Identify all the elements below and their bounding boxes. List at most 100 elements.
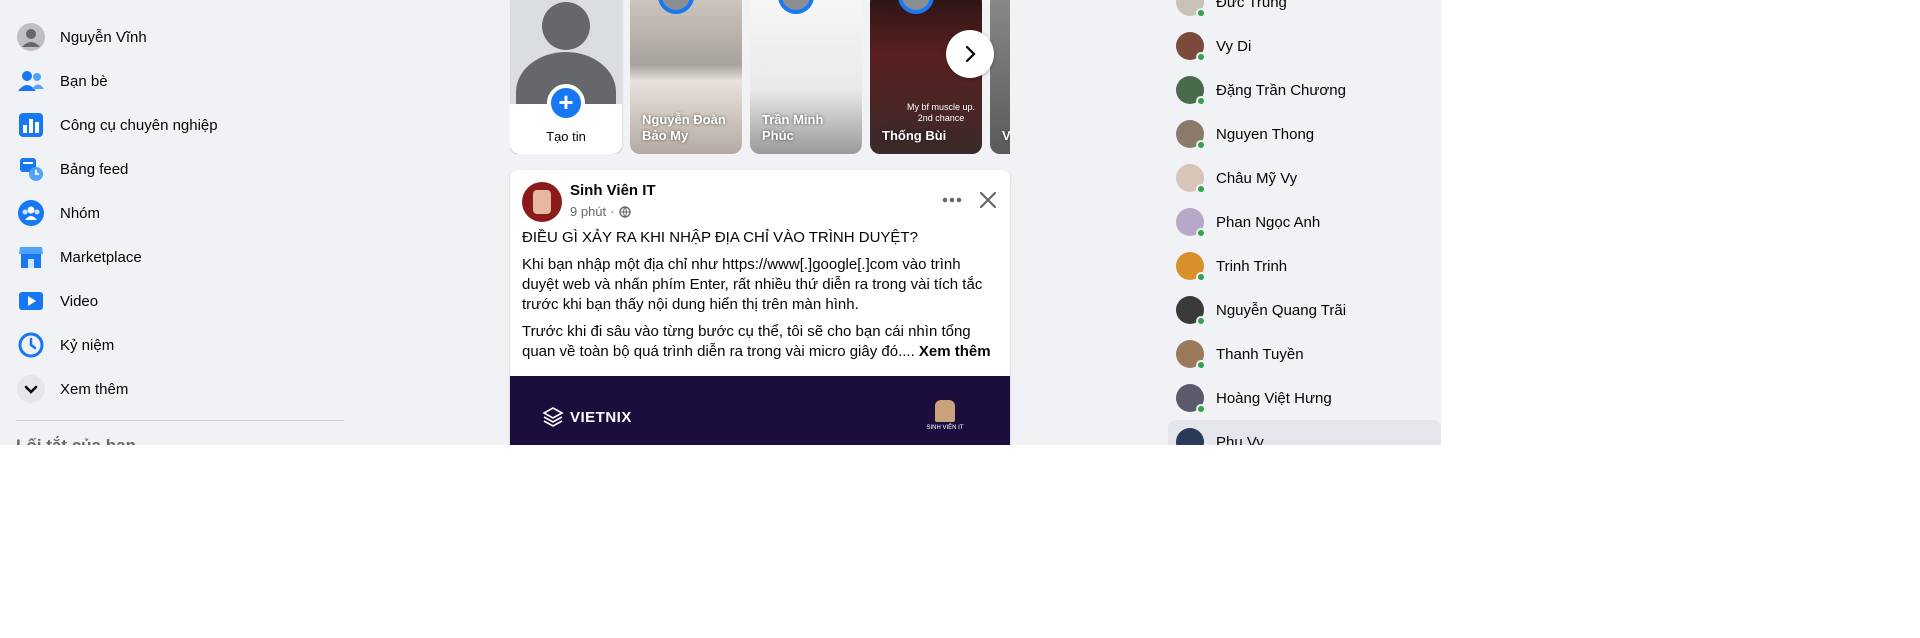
nav-item-professional-tools[interactable]: Công cụ chuyên nghiệp xyxy=(8,103,348,147)
post-meta: 9 phút · xyxy=(570,204,631,219)
sinh-vien-it-badge: SINH VIÊN IT xyxy=(922,400,968,431)
contact-item[interactable]: Phu Vy xyxy=(1168,420,1441,445)
contact-avatar xyxy=(1176,428,1204,445)
story-overlay-text: My bf muscle up. 2nd chance xyxy=(906,102,976,123)
contact-avatar xyxy=(1176,32,1206,62)
marketplace-icon xyxy=(16,242,46,272)
story-author: Trần Minh Phúc xyxy=(762,112,824,143)
nav-item-see-more[interactable]: Xem thêm xyxy=(8,367,348,411)
feeds-icon xyxy=(16,154,46,184)
contact-avatar xyxy=(1176,208,1206,238)
post-options-button[interactable] xyxy=(934,182,970,218)
online-status-dot xyxy=(1196,184,1206,194)
contact-item[interactable]: Châu Mỹ Vy xyxy=(1168,156,1441,200)
contact-avatar xyxy=(1176,120,1206,150)
profile-avatar-icon xyxy=(16,22,46,52)
nav-item-profile[interactable]: Nguyễn Vĩnh xyxy=(8,15,348,59)
contact-item[interactable]: Vy Di xyxy=(1168,24,1441,68)
video-icon xyxy=(16,286,46,316)
meta-separator: · xyxy=(610,204,615,219)
online-status-dot xyxy=(1196,272,1206,282)
online-status-dot xyxy=(1196,140,1206,150)
contact-name: Trinh Trinh xyxy=(1216,257,1288,275)
contact-item[interactable]: Hoàng Việt Hưng xyxy=(1168,376,1441,420)
story-card[interactable]: Nguyễn Đoàn Bảo My xyxy=(630,0,742,154)
create-story-card[interactable]: + Tạo tin xyxy=(510,0,622,154)
contact-name: Châu Mỹ Vy xyxy=(1216,169,1298,187)
friends-icon xyxy=(16,66,46,96)
story-avatar xyxy=(898,0,934,14)
facebook-viewport: Nguyễn Vĩnh Bạn bè Công cụ chuyên nghiệp… xyxy=(0,0,1441,445)
nav-item-marketplace[interactable]: Marketplace xyxy=(8,235,348,279)
story-author: V... C... xyxy=(1002,128,1010,143)
contact-name: Đặng Trần Chương xyxy=(1216,81,1346,99)
post-paragraph: Trước khi đi sâu vào từng bước cụ thể, t… xyxy=(522,322,998,362)
nav-label: Bảng feed xyxy=(60,160,129,178)
nav-label: Bạn bè xyxy=(60,72,108,90)
contact-name: Nguyen Thong xyxy=(1216,125,1315,143)
memories-icon xyxy=(16,330,46,360)
stories-next-button[interactable] xyxy=(946,30,994,78)
post-hide-button[interactable] xyxy=(970,182,1006,218)
contact-name: Phu Vy xyxy=(1216,433,1264,446)
contact-name: Nguyễn Quang Trãi xyxy=(1216,301,1347,319)
contact-item[interactable]: Đức Trung xyxy=(1168,0,1441,24)
nav-label: Kỷ niệm xyxy=(60,336,115,354)
nav-label: Nhóm xyxy=(60,204,101,222)
online-status-dot xyxy=(1196,228,1206,238)
contact-item[interactable]: Thanh Tuyền xyxy=(1168,332,1441,376)
chevron-down-icon xyxy=(16,374,46,404)
see-more-link[interactable]: Xem thêm xyxy=(919,343,991,360)
nav-item-feeds[interactable]: Bảng feed xyxy=(8,147,348,191)
contact-item[interactable]: Đặng Trần Chương xyxy=(1168,68,1441,112)
contact-avatar xyxy=(1176,296,1206,326)
contact-name: Hoàng Việt Hưng xyxy=(1216,389,1332,407)
story-card[interactable]: V... C... xyxy=(990,0,1010,154)
online-status-dot xyxy=(1196,96,1206,106)
contact-item[interactable]: Trinh Trinh xyxy=(1168,244,1441,288)
contact-name: Phan Ngọc Anh xyxy=(1216,213,1321,231)
contact-avatar xyxy=(1176,164,1206,194)
contact-name: Vy Di xyxy=(1216,37,1252,55)
create-story-label: Tạo tin xyxy=(546,129,586,144)
post-author-avatar[interactable] xyxy=(522,182,562,222)
contact-item[interactable]: Phan Ngọc Anh xyxy=(1168,200,1441,244)
stories-tray: + Tạo tin Nguyễn Đoàn Bảo My Trần Minh P… xyxy=(510,0,1010,154)
nav-item-friends[interactable]: Bạn bè xyxy=(8,59,348,103)
vietnix-logo-icon xyxy=(542,407,564,427)
nav-item-video[interactable]: Video xyxy=(8,279,348,323)
contact-name: Đức Trung xyxy=(1216,0,1287,11)
nav-label: Nguyễn Vĩnh xyxy=(60,28,147,46)
badge-text: SINH VIÊN IT xyxy=(926,425,964,431)
vietnix-logo: VIETNIX xyxy=(542,406,632,428)
post-body: ĐIỀU GÌ XẢY RA KHI NHẬP ĐỊA CHỈ VÀO TRÌN… xyxy=(522,228,998,369)
nav-item-memories[interactable]: Kỷ niệm xyxy=(8,323,348,367)
close-icon xyxy=(979,191,997,209)
post-author-name[interactable]: Sinh Viên IT xyxy=(570,182,656,199)
post-image[interactable]: VIETNIX SINH VIÊN IT xyxy=(510,376,1010,445)
story-avatar xyxy=(778,0,814,14)
plus-icon: + xyxy=(547,84,585,122)
online-status-dot xyxy=(1196,316,1206,326)
shortcuts-heading: Lối tắt của bạn xyxy=(16,436,136,445)
story-author: Thống Bùi xyxy=(882,128,947,143)
nav-label: Xem thêm xyxy=(60,380,129,398)
nav-item-groups[interactable]: Nhóm xyxy=(8,191,348,235)
contact-item[interactable]: Nguyễn Quang Trãi xyxy=(1168,288,1441,332)
nav-label: Marketplace xyxy=(60,248,142,266)
nav-divider xyxy=(16,420,344,421)
groups-icon xyxy=(16,198,46,228)
post-paragraph: ĐIỀU GÌ XẢY RA KHI NHẬP ĐỊA CHỈ VÀO TRÌN… xyxy=(522,229,918,246)
post-time[interactable]: 9 phút xyxy=(570,204,606,219)
contact-avatar xyxy=(1176,340,1206,370)
contact-avatar xyxy=(1176,252,1206,282)
more-horizontal-icon xyxy=(942,197,962,203)
story-card[interactable]: Trần Minh Phúc xyxy=(750,0,862,154)
online-status-dot xyxy=(1196,404,1206,414)
globe-icon xyxy=(618,205,631,218)
contact-item[interactable]: Nguyen Thong xyxy=(1168,112,1441,156)
online-status-dot xyxy=(1196,360,1206,370)
contact-avatar xyxy=(1176,384,1206,414)
contact-avatar xyxy=(1176,76,1206,106)
contact-name: Thanh Tuyền xyxy=(1216,345,1304,363)
